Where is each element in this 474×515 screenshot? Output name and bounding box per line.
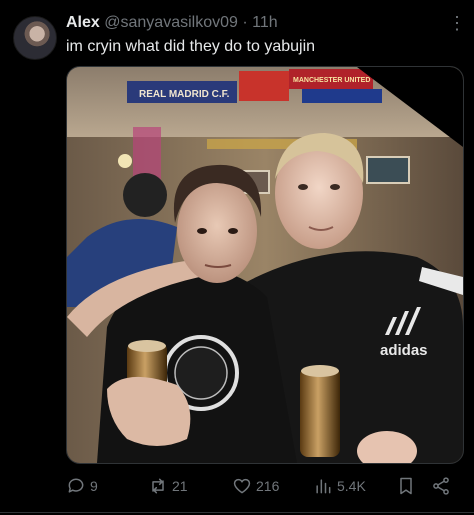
tweet-timestamp[interactable]: 11h [252,14,278,31]
more-options-icon[interactable]: ⋮ [448,14,466,32]
repost-count: 21 [172,478,188,494]
right-can-top [301,365,339,377]
author-handle[interactable]: @sanyavasilkov09 [104,14,238,31]
tweet-actions: 9 21 216 5.4K [0,470,474,502]
reply-button[interactable]: 9 [66,470,98,502]
lamp [118,154,132,168]
photo-illustration: REAL MADRID C.F. MANCHESTER UNITED adida… [67,67,463,463]
views-icon [316,479,331,494]
author-avatar[interactable] [13,16,57,60]
left-man-eye-right [228,228,238,234]
like-button[interactable]: 216 [232,470,279,502]
tweet-divider [0,512,474,513]
flag-red [239,71,289,101]
shirt-medallion-inner [174,346,228,400]
tweet-text: im cryin what did they do to yabujin [66,38,316,55]
repost-button[interactable]: 21 [148,470,188,502]
left-can-top [128,340,166,352]
adidas-text: adidas [380,342,428,359]
heart-icon [233,478,251,494]
share-button[interactable] [431,470,451,502]
header-separator: · [242,14,248,31]
author-name[interactable]: Alex [66,14,100,31]
right-beer-can [300,367,340,457]
reply-icon [68,478,84,493]
bookmark-icon [400,477,412,495]
right-man-eye-left [298,184,308,190]
share-icon [433,477,449,495]
right-man-eye-right [330,184,340,190]
background-person-head [123,173,167,217]
flag-blue [302,89,382,103]
left-man-eye-left [197,228,207,234]
tweet-header: Alex @sanyavasilkov09 · 11h [66,14,278,32]
like-count: 216 [256,478,280,494]
banner-man-utd-text: MANCHESTER UNITED [293,77,370,84]
tweet-photo[interactable]: REAL MADRID C.F. MANCHESTER UNITED adida… [66,66,464,464]
views-button[interactable]: 5.4K [313,470,366,502]
banner-real-madrid-text: REAL MADRID C.F. [139,89,230,100]
bookmark-button[interactable] [396,470,416,502]
view-count: 5.4K [337,478,366,494]
wall-picture-1 [366,156,410,184]
repost-icon [152,478,164,494]
reply-count: 9 [90,478,98,494]
